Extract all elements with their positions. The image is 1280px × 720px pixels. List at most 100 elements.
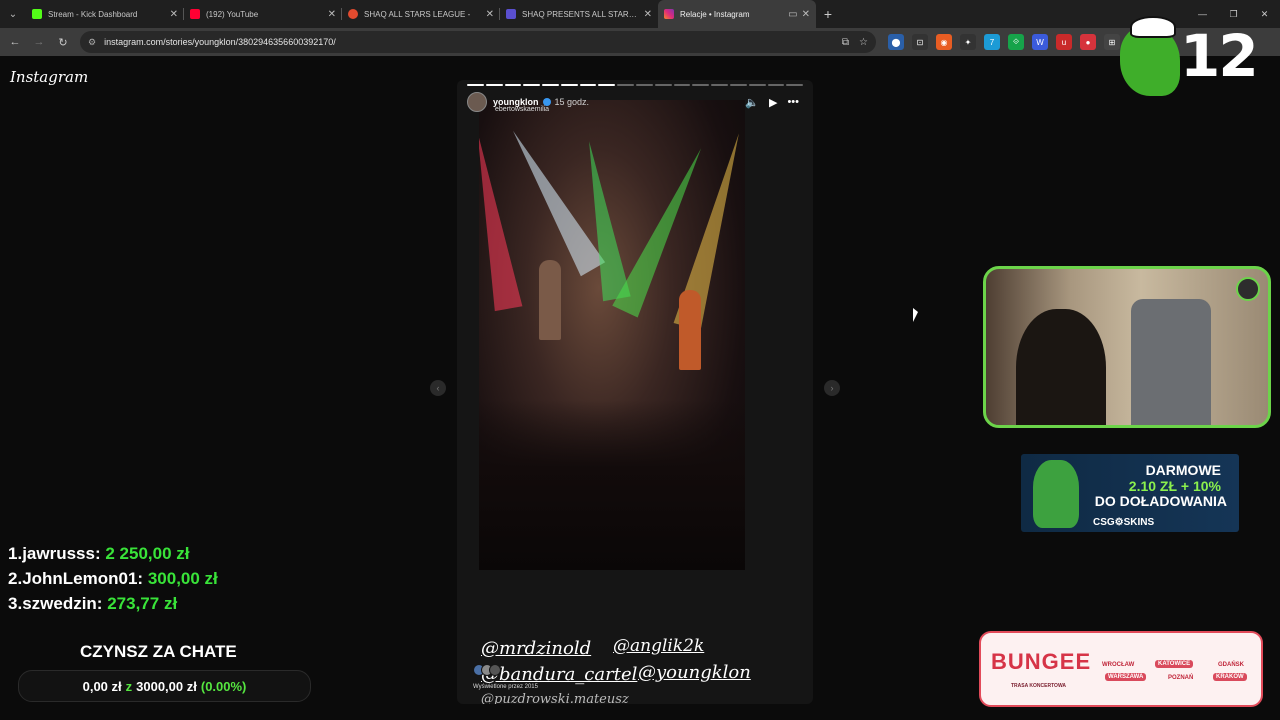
browser-tab-bar: ⌄ Stream - Kick Dashboard ✕ (192) YouTub…	[0, 0, 1280, 28]
progress-segment	[467, 84, 484, 86]
extension-icon[interactable]: ◉	[936, 34, 952, 50]
sparkle-icon	[506, 9, 516, 19]
mention-tag[interactable]: @anglik2k	[613, 636, 704, 656]
mute-icon[interactable]: 🔈	[745, 96, 759, 109]
browser-toolbar: ← → ↻ ⚙ instagram.com/stories/youngklon/…	[0, 28, 1280, 56]
forward-icon[interactable]: →	[27, 36, 51, 48]
extension-icon[interactable]: 7	[984, 34, 1000, 50]
mention-tag[interactable]: @youngklon	[638, 662, 751, 683]
reload-icon[interactable]: ↻	[51, 36, 75, 49]
progress-segment	[542, 84, 559, 86]
progress-segment	[617, 84, 635, 86]
bungee-tour-ad: BUNGEE TRASA KONCERTOWA WROCŁAW KATOWICE…	[979, 631, 1263, 707]
views-count[interactable]: Wyświetlone przez 2015	[473, 684, 538, 690]
extension-icon[interactable]: ⬤	[888, 34, 904, 50]
progress-segment	[579, 84, 597, 86]
mention-tag[interactable]: @mrdzinold	[481, 638, 591, 659]
tab-kick-dashboard[interactable]: Stream - Kick Dashboard ✕	[26, 0, 184, 28]
tab-title: Relacje • Instagram	[680, 9, 750, 19]
play-icon[interactable]: ▶	[769, 96, 777, 109]
rent-goal: 3000,00 zł	[136, 678, 197, 694]
performer	[679, 290, 701, 370]
progress-segment	[673, 84, 691, 86]
bungee-subtitle: TRASA KONCERTOWA	[1011, 683, 1066, 689]
tab-shaq-league[interactable]: SHAQ ALL STARS LEAGUE - ✕	[342, 0, 500, 28]
install-icon[interactable]: ⧉	[842, 37, 849, 48]
tab-title: SHAQ ALL STARS LEAGUE -	[364, 9, 471, 19]
extensions-bar: ⬤ ⊡ ◉ ✦ 7 ⟐ W u ● ⊞	[888, 34, 1120, 50]
donor-amount: 2 250,00 zł	[105, 544, 190, 563]
tour-city: POZNAŃ	[1168, 675, 1194, 681]
address-bar[interactable]: ⚙ instagram.com/stories/youngklon/380294…	[80, 31, 876, 53]
close-icon[interactable]: ✕	[486, 9, 494, 20]
crowd	[479, 400, 745, 570]
tour-city: WARSZAWA	[1105, 673, 1147, 681]
extension-icon[interactable]: ✦	[960, 34, 976, 50]
more-options-icon[interactable]: •••	[787, 96, 799, 109]
repost-source[interactable]: ebertowskaemilia	[495, 106, 549, 113]
streamer-logo: 12	[1116, 16, 1276, 102]
progress-segment	[523, 84, 541, 86]
donor-name: JohnLemon01:	[22, 569, 144, 588]
back-icon[interactable]: ←	[3, 36, 27, 48]
donor-row: 2.JohnLemon01: 300,00 zł	[8, 569, 218, 589]
donor-rank: 1.	[8, 544, 23, 563]
progress-segment	[692, 84, 710, 86]
instagram-logo[interactable]: Instagram	[10, 68, 88, 86]
close-icon[interactable]: ✕	[802, 9, 810, 20]
extension-icon[interactable]: ⊡	[912, 34, 928, 50]
ad-brand: CSG⚙SKINS	[1093, 517, 1155, 528]
picture-in-picture-icon[interactable]: ▭	[788, 9, 797, 20]
previous-story-icon[interactable]: ‹	[430, 380, 446, 396]
csgoskins-ad: DARMOWE 2.10 ZŁ + 10% DO DOŁADOWANIA CSG…	[1021, 454, 1239, 532]
donor-amount: 273,77 zł	[107, 594, 178, 613]
site-info-icon[interactable]: ⚙	[88, 37, 96, 48]
close-icon[interactable]: ✕	[170, 9, 178, 20]
gaming-chair	[1131, 299, 1211, 425]
tour-city: WROCŁAW	[1102, 662, 1135, 668]
streamer	[1016, 309, 1106, 425]
close-icon[interactable]: ✕	[644, 9, 652, 20]
tab-instagram[interactable]: Relacje • Instagram ▭ ✕	[658, 0, 816, 28]
story-controls: 🔈 ▶ •••	[745, 96, 799, 109]
rent-percent: (0.00%)	[200, 678, 247, 694]
url-text[interactable]: instagram.com/stories/youngklon/38029463…	[104, 37, 832, 47]
instagram-icon	[664, 9, 674, 19]
donor-name: jawrusss:	[22, 544, 101, 563]
story-video[interactable]	[479, 100, 745, 570]
bookmark-star-icon[interactable]: ☆	[859, 37, 868, 48]
new-tab-button[interactable]: +	[816, 6, 840, 22]
next-story-icon[interactable]: ›	[824, 380, 840, 396]
progress-segment	[767, 84, 785, 86]
donor-amount: 300,00 zł	[147, 569, 218, 588]
extension-icon[interactable]: u	[1056, 34, 1072, 50]
tab-shaq-presents[interactable]: SHAQ PRESENTS ALL STARS LE ✕	[500, 0, 658, 28]
rent-current: 0,00 zł	[82, 678, 122, 694]
extension-icon[interactable]: W	[1032, 34, 1048, 50]
mention-tag[interactable]: @bandura_cartel	[481, 664, 637, 685]
extension-icon[interactable]: ●	[1080, 34, 1096, 50]
story-progress	[467, 84, 804, 86]
story-viewer[interactable]: youngklon 15 godz. ebertowskaemilia 🔈 ▶ …	[457, 80, 813, 704]
progress-segment	[654, 84, 672, 86]
rent-separator: z	[125, 678, 133, 694]
rent-goal-title: CZYNSZ ZA CHATE	[80, 642, 237, 661]
verified-icon	[542, 98, 551, 106]
tour-city: KRAKÓW	[1213, 673, 1247, 681]
mouse-cursor	[913, 308, 918, 322]
tour-city: KATOWICE	[1155, 660, 1194, 668]
logo-badge-icon	[1236, 277, 1260, 301]
ad-line: 2.10 ZŁ + 10%	[1128, 478, 1221, 494]
mention-tag[interactable]: @puzdrowski.mateusz	[481, 692, 629, 704]
donor-row: 1.jawrusss: 2 250,00 zł	[8, 544, 189, 564]
viewer-avatars[interactable]	[473, 664, 503, 678]
close-icon[interactable]: ✕	[328, 9, 336, 20]
extension-icon[interactable]: ⟐	[1008, 34, 1024, 50]
progress-segment	[485, 84, 503, 86]
progress-segment	[504, 84, 522, 86]
tab-search-icon[interactable]: ⌄	[0, 0, 26, 28]
tab-youtube[interactable]: (192) YouTube ✕	[184, 0, 342, 28]
avatar[interactable]	[467, 92, 487, 112]
tab-title: (192) YouTube	[206, 9, 259, 19]
progress-segment	[598, 84, 616, 86]
